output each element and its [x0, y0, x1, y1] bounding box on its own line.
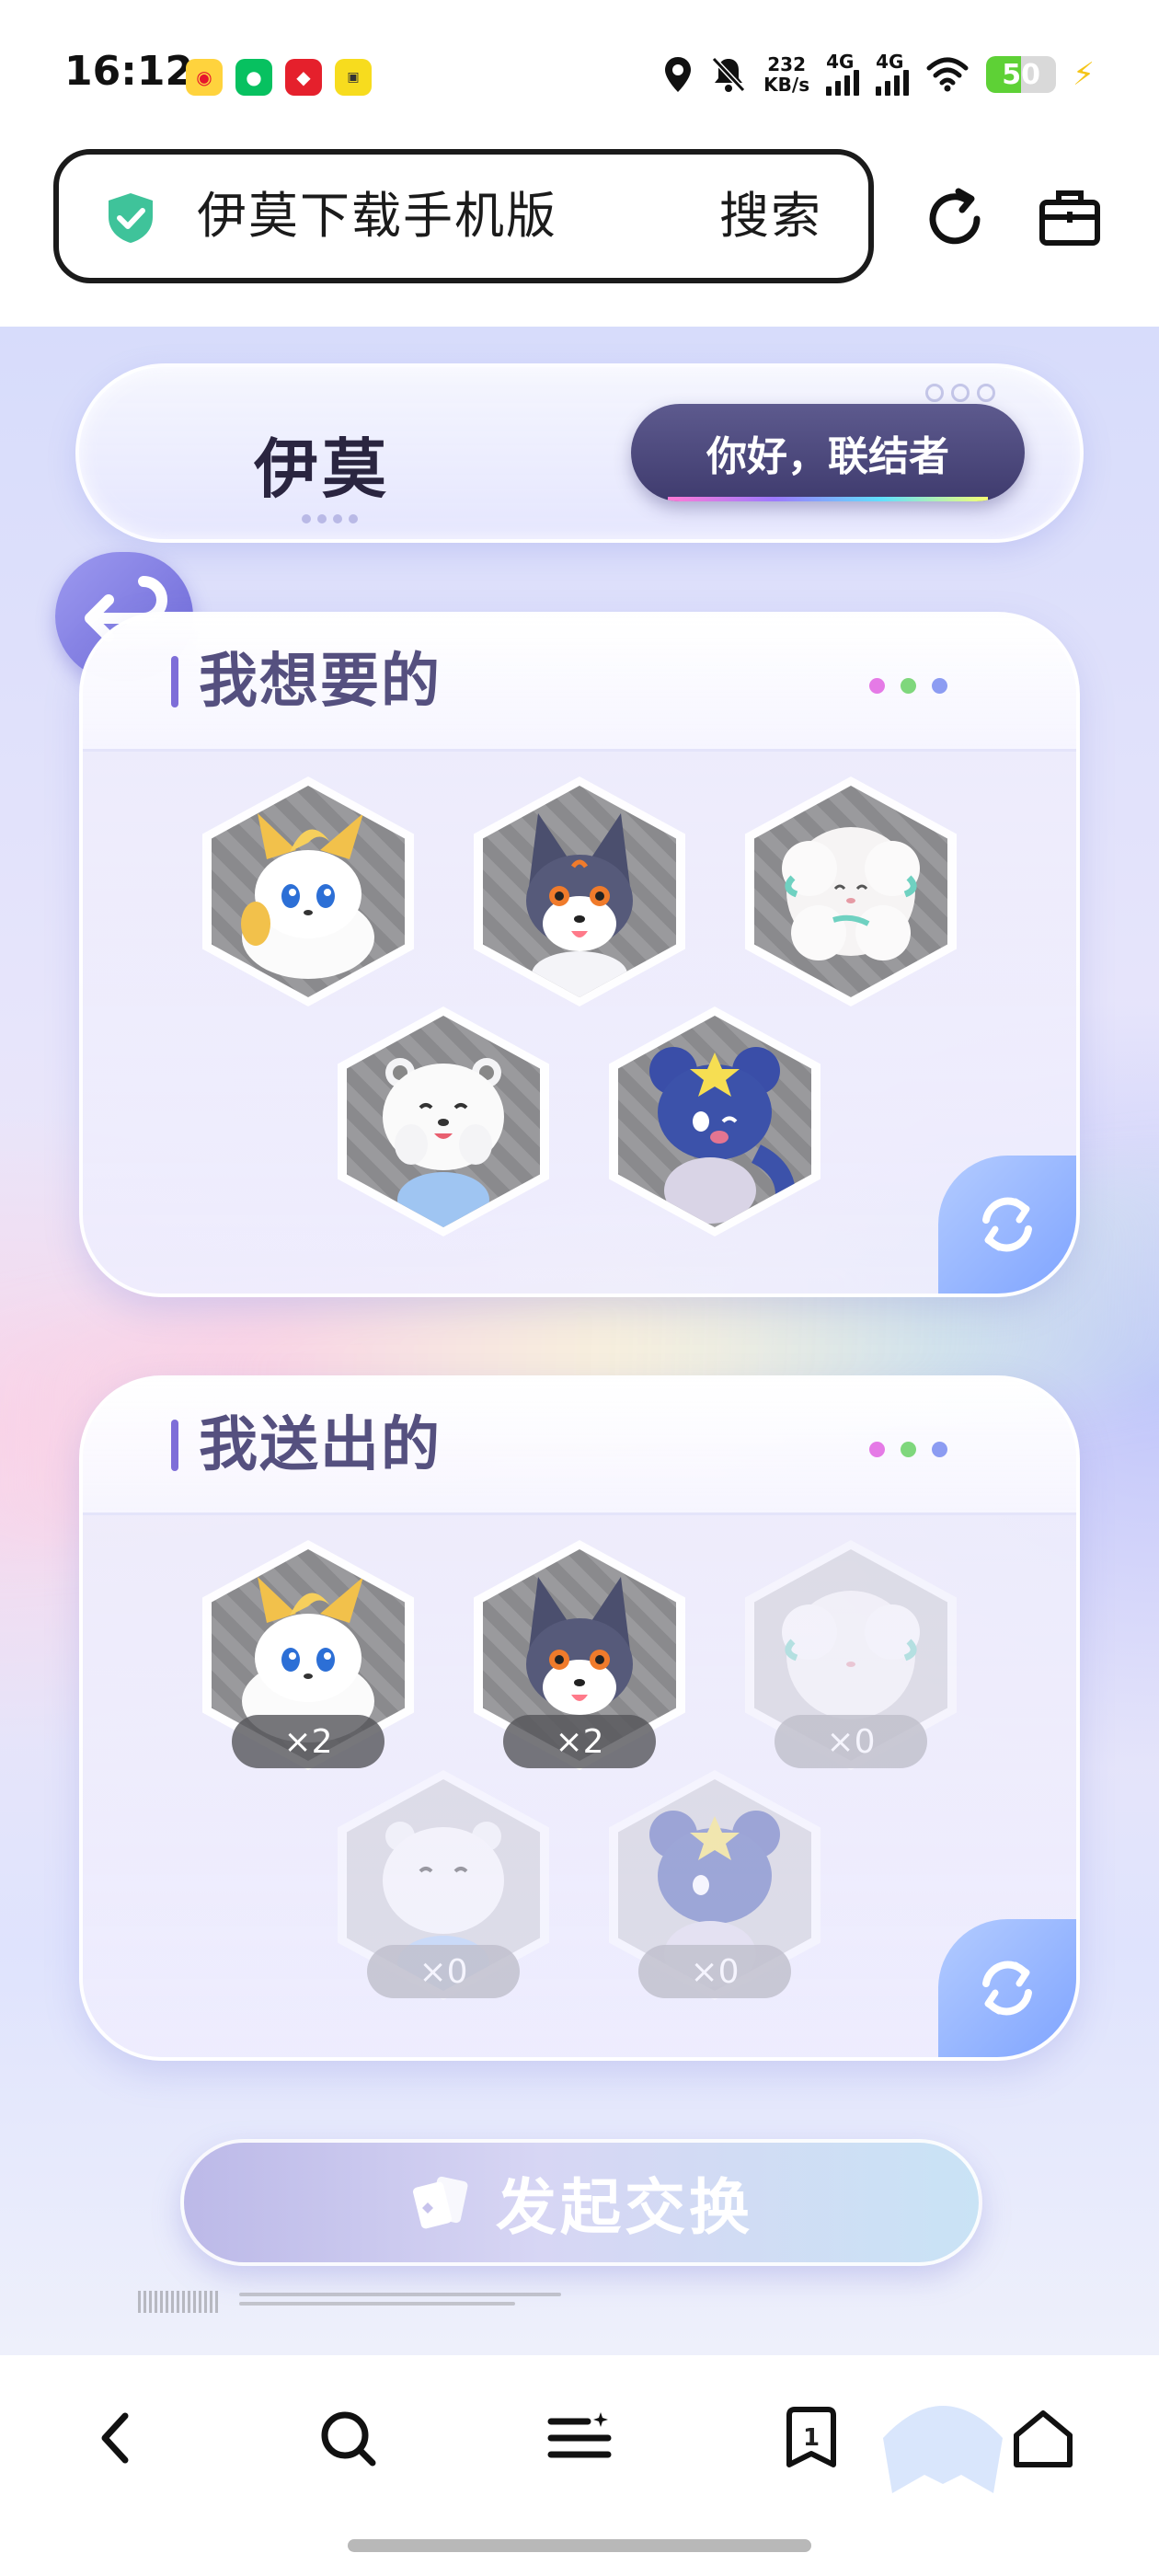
- fine-print-line: [239, 2293, 561, 2296]
- pet-count-badge: ×2: [503, 1715, 656, 1768]
- home-icon: [1014, 2410, 1073, 2467]
- pet-count-badge: ×0: [775, 1715, 927, 1768]
- want-pet-blue-star-mouse[interactable]: [609, 1006, 820, 1236]
- signal-2-bars-icon: [876, 70, 910, 96]
- nav-search-button[interactable]: [311, 2401, 384, 2475]
- chevron-left-icon: [101, 2412, 129, 2464]
- header-pill: 伊莫 你好，联结者: [75, 363, 1084, 543]
- signal-1: 4G: [826, 51, 860, 96]
- give-pet-white-bear: ×0: [338, 1770, 549, 2000]
- weibo-icon: ◉: [186, 59, 223, 96]
- notification-icons: ◉ ● ◆ ▣: [186, 59, 372, 96]
- nav-tabs-button[interactable]: 1: [775, 2401, 848, 2475]
- mask-decoration-icon: [883, 2406, 1003, 2493]
- signal-1-label: 4G: [826, 51, 855, 73]
- pill-corner-icons: [925, 384, 995, 402]
- want-card-header: 我想要的: [83, 615, 1076, 752]
- status-indicators: 232 KB/s 4G 4G 50 ⚡: [662, 51, 1095, 96]
- pet-count-badge: ×0: [367, 1945, 520, 1998]
- greeting-button[interactable]: 你好，联结者: [631, 404, 1025, 501]
- network-speed-unit: KB/s: [763, 74, 810, 96]
- give-pet-gray-fox[interactable]: ×2: [474, 1540, 685, 1770]
- want-pet-white-bear[interactable]: [338, 1006, 549, 1236]
- pet-count-badge: ×0: [638, 1945, 791, 1998]
- wifi-icon: [926, 57, 969, 92]
- logo-dots: [302, 514, 358, 523]
- give-card-header: 我送出的: [83, 1379, 1076, 1515]
- card-dots: [869, 678, 947, 694]
- battery-level: 50: [1002, 58, 1040, 91]
- game-logo: 伊莫: [254, 431, 390, 507]
- pet-count-badge: ×2: [232, 1715, 384, 1768]
- signal-1-bars-icon: [826, 70, 860, 96]
- refresh-icon: [982, 1961, 1032, 2016]
- nav-back-button[interactable]: [79, 2401, 153, 2475]
- give-pet-blue-star-mouse: ×0: [609, 1770, 820, 2000]
- give-title: 我送出的: [171, 1409, 442, 1482]
- yellow-app-icon: ▣: [335, 59, 372, 96]
- security-shield-icon: [109, 193, 153, 243]
- give-card: 我送出的 ×2 ×2 ×0 ×0 ×0: [79, 1375, 1080, 2061]
- nav-home-button[interactable]: [1006, 2401, 1080, 2475]
- charging-icon: ⚡: [1073, 56, 1095, 93]
- mute-bell-icon: [711, 56, 746, 93]
- cards-icon: [413, 2176, 468, 2229]
- search-button[interactable]: 搜索: [719, 155, 822, 278]
- refresh-want-button[interactable]: [938, 1156, 1076, 1294]
- want-pet-golden-fox[interactable]: [202, 776, 414, 1006]
- tab-count: 1: [802, 2424, 820, 2452]
- barcode-decoration: [138, 2291, 221, 2313]
- want-pet-gray-fox[interactable]: [474, 776, 685, 1006]
- card-dots: [869, 1442, 947, 1457]
- browser-toolbar: 伊莫下载手机版 搜索: [0, 138, 1159, 327]
- status-time: 16:12: [64, 48, 194, 95]
- home-indicator[interactable]: [348, 2539, 811, 2552]
- wechat-icon: ●: [235, 59, 272, 96]
- signal-2: 4G: [876, 51, 910, 96]
- web-page: 伊莫 你好，联结者 我想要的 我送出的 ×2 ×2 ×0 ×0 ×0 发起交换: [0, 327, 1159, 2355]
- start-exchange-button[interactable]: 发起交换: [180, 2139, 982, 2266]
- start-exchange-label: 发起交换: [496, 2172, 753, 2243]
- address-search-bar[interactable]: 伊莫下载手机版 搜索: [53, 149, 874, 283]
- want-title: 我想要的: [171, 645, 442, 719]
- fine-print-line: [239, 2302, 515, 2306]
- refresh-icon: [982, 1197, 1032, 1252]
- want-card: 我想要的: [79, 612, 1080, 1297]
- nav-menu-button[interactable]: [543, 2401, 616, 2475]
- footer-decoration: [101, 2291, 561, 2346]
- battery-icon: 50: [986, 56, 1057, 93]
- give-pet-golden-fox[interactable]: ×2: [202, 1540, 414, 1770]
- menu-icon: [547, 2412, 612, 2458]
- want-pet-fluffy-sheep[interactable]: [745, 776, 957, 1006]
- reload-icon[interactable]: [920, 184, 990, 254]
- refresh-give-button[interactable]: [938, 1919, 1076, 2057]
- status-bar: 16:12 ◉ ● ◆ ▣ 232 KB/s 4G 4G 50 ⚡: [0, 0, 1159, 138]
- network-speed: 232 KB/s: [763, 54, 809, 95]
- network-speed-value: 232: [767, 53, 807, 75]
- red-app-icon: ◆: [285, 59, 322, 96]
- give-pet-fluffy-sheep: ×0: [745, 1540, 957, 1770]
- location-icon: [665, 57, 692, 92]
- search-icon: [321, 2411, 376, 2467]
- toolbox-icon[interactable]: [1037, 184, 1103, 250]
- signal-2-label: 4G: [876, 51, 904, 73]
- browser-bottom-nav: 1: [0, 2355, 1159, 2576]
- search-query-text[interactable]: 伊莫下载手机版: [197, 155, 557, 278]
